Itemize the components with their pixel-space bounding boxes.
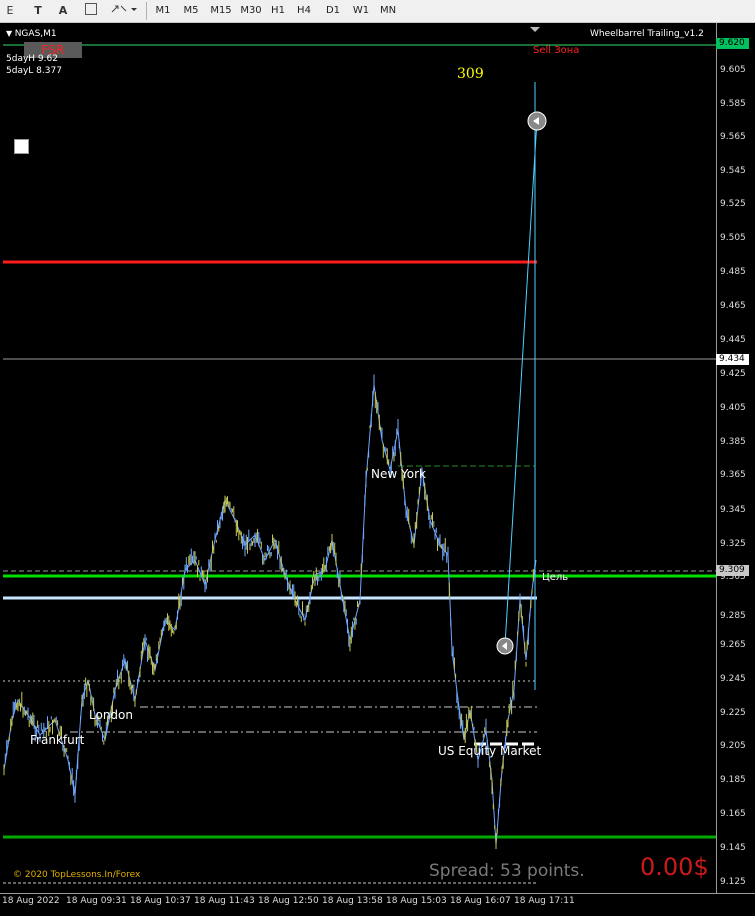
price-axis-label: 9.545 xyxy=(720,166,746,176)
chart-shift-marker-icon xyxy=(530,27,540,32)
range-count-label: 309 xyxy=(457,66,484,82)
spread-label: Spread: 53 points. xyxy=(429,861,585,881)
mid-price-box: 9.434 xyxy=(716,354,749,365)
price-axis-label: 9.185 xyxy=(720,775,746,785)
time-axis-label: 18 Aug 16:07 xyxy=(450,896,511,906)
timeframe-h4-button[interactable]: H4 xyxy=(293,3,315,19)
time-axis-label: 18 Aug 12:50 xyxy=(258,896,319,906)
panel-toggle-checkbox[interactable] xyxy=(14,139,29,154)
price-axis-label: 9.365 xyxy=(720,470,746,480)
timeframe-d1-button[interactable]: D1 xyxy=(322,3,344,19)
price-axis-label: 9.345 xyxy=(720,505,746,515)
price-axis-label: 9.445 xyxy=(720,335,746,345)
copyright-label: © 2020 TopLessons.In/Forex xyxy=(13,870,141,880)
toolbar-separator xyxy=(146,2,147,20)
text-tool-button[interactable]: T xyxy=(30,2,46,20)
price-axis[interactable] xyxy=(716,23,755,893)
sell-zone-label: Sell Зона xyxy=(533,45,580,56)
price-axis-label: 9.165 xyxy=(720,809,746,819)
timeframe-m5-button[interactable]: M5 xyxy=(180,3,202,19)
projection-line xyxy=(504,119,538,646)
arrow-tools-dropdown-icon[interactable] xyxy=(108,2,140,20)
profit-label: 0.00$ xyxy=(640,853,709,881)
price-axis-label: 9.605 xyxy=(720,65,746,75)
time-axis-label: 18 Aug 17:11 xyxy=(514,896,575,906)
target-label: Цель xyxy=(542,572,569,583)
symbol-label: ▼ NGAS,M1 xyxy=(6,29,57,39)
price-axis-label: 9.225 xyxy=(720,708,746,718)
five-day-high-label: 5dayH 9.62 xyxy=(6,54,58,64)
price-axis-label: 9.465 xyxy=(720,301,746,311)
time-axis-label: 18 Aug 15:03 xyxy=(386,896,447,906)
time-axis-label: 18 Aug 13:58 xyxy=(322,896,383,906)
rectangle-tool-icon[interactable] xyxy=(83,2,99,20)
price-axis-label: 9.405 xyxy=(720,403,746,413)
price-axis-label: 9.485 xyxy=(720,267,746,277)
timeframe-m30-button[interactable]: M30 xyxy=(237,3,265,19)
top-price-box: 9.620 xyxy=(716,38,749,49)
time-axis-label: 18 Aug 10:37 xyxy=(130,896,191,906)
draw-tool-E-icon[interactable]: E xyxy=(2,2,18,20)
price-bars xyxy=(3,374,537,849)
price-axis-label: 9.585 xyxy=(720,99,746,109)
upper-marker-icon xyxy=(527,111,547,131)
current-price-box: 9.309 xyxy=(716,565,749,576)
price-axis-label: 9.525 xyxy=(720,199,746,209)
time-axis-label: 18 Aug 11:43 xyxy=(194,896,255,906)
price-axis-label: 9.285 xyxy=(720,611,746,621)
price-axis-label: 9.145 xyxy=(720,843,746,853)
price-chart-area[interactable] xyxy=(0,23,755,893)
timeframe-m15-button[interactable]: M15 xyxy=(207,3,235,19)
five-day-low-label: 5dayL 8.377 xyxy=(6,66,62,76)
price-axis-label: 9.505 xyxy=(720,233,746,243)
session-us-equity-label: US Equity Market xyxy=(438,744,542,758)
price-axis-label: 9.385 xyxy=(720,437,746,447)
time-axis-label: 18 Aug 2022 xyxy=(2,896,60,906)
session-new-york-label: New York xyxy=(371,467,426,481)
timeframe-m1-button[interactable]: M1 xyxy=(152,3,174,19)
lower-marker-icon xyxy=(496,637,514,655)
price-axis-label: 9.245 xyxy=(720,674,746,684)
session-london-label: London xyxy=(89,708,133,722)
session-frankfurt-label: Frankfurt xyxy=(30,733,85,747)
timeframe-w1-button[interactable]: W1 xyxy=(350,3,372,19)
price-axis-label: 9.265 xyxy=(720,640,746,650)
price-axis-label: 9.425 xyxy=(720,369,746,379)
price-axis-label: 9.565 xyxy=(720,132,746,142)
time-axis-label: 18 Aug 09:31 xyxy=(66,896,127,906)
indicator-name-label: Wheelbarrel Trailing_v1.2 xyxy=(590,29,704,39)
price-axis-label: 9.125 xyxy=(720,877,746,887)
symbol-dropdown-icon[interactable]: ▼ xyxy=(6,29,15,38)
price-axis-label: 9.325 xyxy=(720,539,746,549)
timeframe-mn-button[interactable]: MN xyxy=(376,3,400,19)
price-chart-svg xyxy=(3,27,716,884)
price-axis-label: 9.205 xyxy=(720,741,746,751)
timeframe-h1-button[interactable]: H1 xyxy=(267,3,289,19)
text-label-tool-button[interactable]: A xyxy=(55,2,71,20)
chart-toolbar: E T A M1 M5 M15 M30 H1 H4 D1 W1 MN xyxy=(0,0,755,23)
price-series-line xyxy=(3,384,537,846)
